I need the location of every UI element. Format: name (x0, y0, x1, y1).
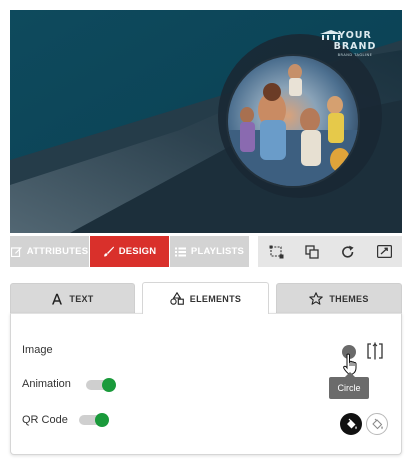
tab-elements[interactable]: ELEMENTS (142, 282, 269, 314)
design-actionbar: ATTRIBUTES DESIGN PLAYLISTS (10, 236, 402, 267)
image-label: Image (22, 344, 53, 356)
crop-frame-icon[interactable] (367, 342, 383, 360)
qr-code-toggle[interactable] (79, 413, 109, 427)
expand-button[interactable] (369, 237, 399, 267)
paint-bucket-icon (346, 418, 357, 429)
playlists-tab-button[interactable]: PLAYLISTS (170, 236, 249, 267)
preview-toolbar (258, 236, 402, 267)
expand-icon (376, 245, 392, 258)
rotate-button[interactable] (333, 237, 363, 267)
edit-icon (10, 247, 22, 257)
tab-themes-label: THEMES (329, 293, 369, 304)
animation-label: Animation (22, 378, 71, 390)
animation-toggle-knob (102, 378, 116, 392)
brand-logo: YOUR BRAND BRAND TAGLINE (320, 30, 390, 57)
tab-text[interactable]: TEXT (10, 283, 135, 313)
brush-icon (103, 246, 114, 257)
resize-button[interactable] (261, 237, 291, 267)
fill-color-dark-button[interactable] (340, 413, 362, 435)
layers-button[interactable] (297, 237, 327, 267)
tab-themes[interactable]: THEMES (276, 283, 402, 313)
fill-color-light-button[interactable] (366, 413, 388, 435)
tab-elements-label: ELEMENTS (189, 293, 242, 304)
paint-bucket-icon (371, 418, 383, 429)
text-icon (52, 293, 63, 304)
rotate-icon (342, 245, 354, 258)
animation-toggle[interactable] (86, 378, 116, 392)
brand-tagline: BRAND TAGLINE (337, 53, 373, 57)
building-columns-icon (320, 30, 342, 40)
star-icon (309, 292, 324, 305)
circle-tooltip: Circle (329, 372, 369, 399)
attributes-label: ATTRIBUTES (26, 246, 89, 257)
layers-icon (305, 244, 319, 259)
tab-text-label: TEXT (69, 293, 94, 304)
resize-icon (269, 245, 283, 258)
design-tab-button[interactable]: DESIGN (90, 236, 169, 267)
elements-panel: Image Circle Animation QR Code (10, 313, 402, 455)
design-preview[interactable]: YOUR BRAND BRAND TAGLINE (10, 10, 402, 233)
shapes-icon (170, 292, 184, 305)
playlists-label: PLAYLISTS (190, 246, 245, 257)
attributes-tab-button[interactable]: ATTRIBUTES (10, 236, 89, 267)
design-label: DESIGN (118, 246, 157, 257)
qr-code-toggle-knob (95, 413, 109, 427)
qr-code-label: QR Code (22, 414, 68, 426)
list-icon (174, 247, 186, 256)
